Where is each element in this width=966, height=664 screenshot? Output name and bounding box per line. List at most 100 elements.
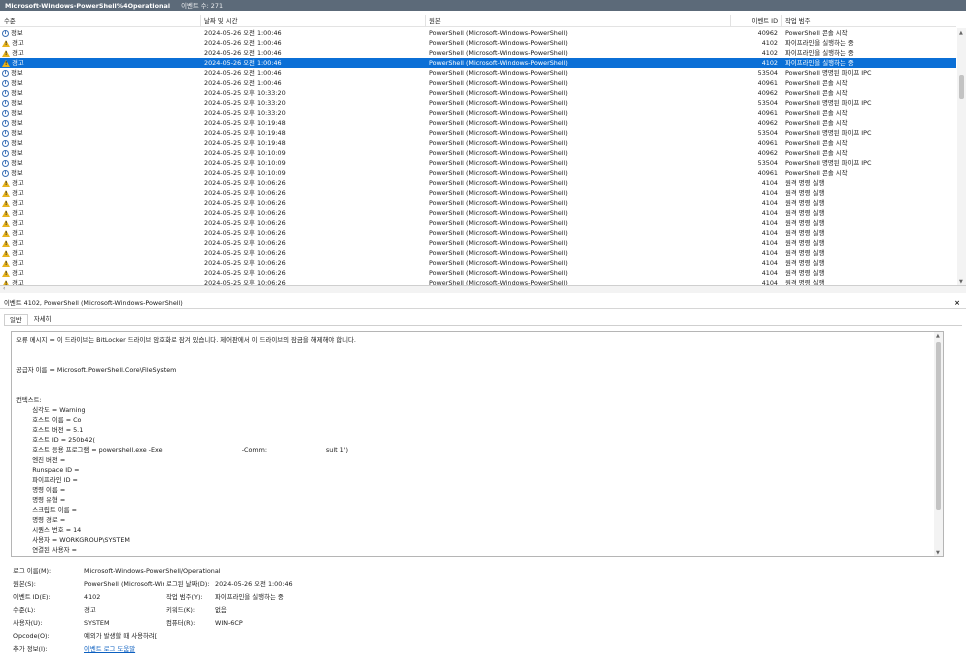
event-row[interactable]: i 정보 2024-05-25 오후 10:19:48 PowerShell (Mic… xyxy=(0,118,956,128)
warning-icon: ! xyxy=(2,219,10,227)
context-line: 셸 ID = Microsoft.PowerShell xyxy=(16,555,926,556)
scroll-up-icon[interactable]: ▲ xyxy=(936,333,940,339)
event-source-cell: PowerShell (Microsoft-Windows-PowerShell… xyxy=(429,209,568,217)
context-line: 호스트 이름 = Co xyxy=(16,416,82,424)
event-level-cell: ! 경고 xyxy=(2,248,192,258)
event-row[interactable]: ! 경고 2024-05-25 오후 10:06:26 PowerShell (Mic… xyxy=(0,218,956,228)
event-date-cell: 2024-05-26 오전 1:00:46 xyxy=(204,49,282,57)
event-level-cell: ! 경고 xyxy=(2,178,192,188)
column-divider[interactable] xyxy=(730,15,731,27)
column-header-level[interactable]: 수준 xyxy=(4,17,16,26)
event-category-cell: 원격 명령 실행 xyxy=(785,239,825,247)
event-source-cell: PowerShell (Microsoft-Windows-PowerShell… xyxy=(429,159,568,167)
event-source-cell: PowerShell (Microsoft-Windows-PowerShell… xyxy=(429,99,568,107)
warning-icon: ! xyxy=(2,269,10,277)
context-line: 사용자 = WORKGROUP\SYSTEM xyxy=(16,536,130,544)
event-source-cell: PowerShell (Microsoft-Windows-PowerShell… xyxy=(429,49,568,57)
column-header-event-id[interactable]: 이벤트 ID xyxy=(737,17,778,26)
logged-value: 2024-05-26 오전 1:00:46 xyxy=(215,580,293,588)
context-label: 컨텍스트: xyxy=(16,396,42,404)
prop-row-user: 사용자(U): SYSTEM 컴퓨터(R): WIN-6CP xyxy=(0,618,966,628)
event-level-cell: i 정보 xyxy=(2,68,192,78)
event-row[interactable]: ! 경고 2024-05-25 오후 10:06:26 PowerShell (Mic… xyxy=(0,268,956,278)
event-level-text: 정보 xyxy=(11,89,23,97)
event-level-cell: i 정보 xyxy=(2,28,192,38)
event-row[interactable]: ! 경고 2024-05-26 오전 1:00:46 PowerShell (Micr… xyxy=(0,48,956,58)
event-row[interactable]: i 정보 2024-05-25 오후 10:10:09 PowerShell (Mic… xyxy=(0,158,956,168)
event-row[interactable]: ! 경고 2024-05-26 오전 1:00:46 PowerShell (Micr… xyxy=(0,58,956,68)
scroll-thumb[interactable] xyxy=(959,75,964,99)
column-divider[interactable] xyxy=(200,15,201,27)
event-row[interactable]: i 정보 2024-05-25 오후 10:33:20 PowerShell (Mic… xyxy=(0,108,956,118)
scroll-up-icon[interactable]: ▲ xyxy=(959,30,963,36)
event-source-cell: PowerShell (Microsoft-Windows-PowerShell… xyxy=(429,249,568,257)
event-source-cell: PowerShell (Microsoft-Windows-PowerShell… xyxy=(429,129,568,137)
event-id-cell: 4102 xyxy=(761,39,778,47)
grid-vertical-scrollbar[interactable]: ▲ ▼ xyxy=(957,28,966,285)
event-date-cell: 2024-05-25 오후 10:10:09 xyxy=(204,149,286,157)
event-row[interactable]: ! 경고 2024-05-25 오후 10:06:26 PowerShell (Mic… xyxy=(0,208,956,218)
event-row[interactable]: i 정보 2024-05-25 오후 10:33:20 PowerShell (Mic… xyxy=(0,88,956,98)
event-date-cell: 2024-05-25 오후 10:06:26 xyxy=(204,199,286,207)
event-date-cell: 2024-05-26 오전 1:00:46 xyxy=(204,69,282,77)
event-level-text: 정보 xyxy=(11,29,23,37)
column-divider[interactable] xyxy=(425,15,426,27)
task-category-label: 작업 범주(Y): xyxy=(166,593,203,601)
info-icon: i xyxy=(2,149,9,157)
scroll-left-icon[interactable]: ‹ xyxy=(3,285,5,292)
event-row[interactable]: ! 경고 2024-05-25 오후 10:06:26 PowerShell (Mic… xyxy=(0,278,956,286)
event-level-text: 정보 xyxy=(11,119,23,127)
close-icon[interactable]: × xyxy=(954,297,960,309)
event-date-cell: 2024-05-26 오전 1:00:46 xyxy=(204,59,282,67)
event-source-cell: PowerShell (Microsoft-Windows-PowerShell… xyxy=(429,189,568,197)
event-row[interactable]: i 정보 2024-05-26 오전 1:00:46 PowerShell (Micr… xyxy=(0,28,956,38)
column-header-source[interactable]: 원본 xyxy=(429,17,441,26)
event-category-cell: PowerShell 콘솔 시작 xyxy=(785,89,848,97)
event-source-cell: PowerShell (Microsoft-Windows-PowerShell… xyxy=(429,59,568,67)
event-id-cell: 40961 xyxy=(757,79,778,87)
event-row[interactable]: i 정보 2024-05-25 오후 10:33:20 PowerShell (Mic… xyxy=(0,98,956,108)
event-date-cell: 2024-05-25 오후 10:10:09 xyxy=(204,159,286,167)
event-row[interactable]: ! 경고 2024-05-25 오후 10:06:26 PowerShell (Mic… xyxy=(0,198,956,208)
event-row[interactable]: ! 경고 2024-05-25 오후 10:06:26 PowerShell (Mic… xyxy=(0,188,956,198)
event-date-cell: 2024-05-26 오전 1:00:46 xyxy=(204,29,282,37)
event-row[interactable]: i 정보 2024-05-25 오후 10:10:09 PowerShell (Mic… xyxy=(0,168,956,178)
scroll-thumb[interactable] xyxy=(936,342,941,510)
column-header-date[interactable]: 날짜 및 시간 xyxy=(204,17,237,26)
level-label: 수준(L): xyxy=(13,606,36,614)
scroll-down-icon[interactable]: ▼ xyxy=(936,550,940,556)
event-row[interactable]: i 정보 2024-05-26 오전 1:00:46 PowerShell (Micr… xyxy=(0,78,956,88)
event-row[interactable]: i 정보 2024-05-25 오후 10:10:09 PowerShell (Mic… xyxy=(0,148,956,158)
event-message-box[interactable]: 오류 메시지 = 이 드라이브는 BitLocker 드라이브 암호화로 잠겨 … xyxy=(11,331,944,557)
event-row[interactable]: ! 경고 2024-05-25 오후 10:06:26 PowerShell (Mic… xyxy=(0,248,956,258)
event-category-cell: PowerShell 콘솔 시작 xyxy=(785,119,848,127)
event-level-text: 경고 xyxy=(12,39,24,47)
event-log-help-link[interactable]: 이벤트 로그 도움말 xyxy=(84,644,204,654)
event-level-cell: ! 경고 xyxy=(2,38,192,48)
grid-horizontal-scrollbar[interactable]: ‹ xyxy=(0,285,966,293)
event-category-cell: 원격 명령 실행 xyxy=(785,279,825,286)
event-row[interactable]: ! 경고 2024-05-25 오후 10:06:26 PowerShell (Mic… xyxy=(0,178,956,188)
event-source-cell: PowerShell (Microsoft-Windows-PowerShell… xyxy=(429,199,568,207)
provider-line: 공급자 이름 = Microsoft.PowerShell.Core\FileS… xyxy=(16,366,177,374)
event-source-cell: PowerShell (Microsoft-Windows-PowerShell… xyxy=(429,29,568,37)
event-row[interactable]: ! 경고 2024-05-25 오후 10:06:26 PowerShell (Mic… xyxy=(0,228,956,238)
column-divider[interactable] xyxy=(781,15,782,27)
prop-row-more-info: 추가 정보(I): 이벤트 로그 도움말 xyxy=(0,644,966,654)
message-scrollbar[interactable]: ▲ ▼ xyxy=(934,332,943,556)
event-row[interactable]: ! 경고 2024-05-26 오전 1:00:46 PowerShell (Micr… xyxy=(0,38,956,48)
warning-icon: ! xyxy=(2,249,10,257)
event-row[interactable]: ! 경고 2024-05-25 오후 10:06:26 PowerShell (Mic… xyxy=(0,258,956,268)
warning-icon: ! xyxy=(2,229,10,237)
warning-icon: ! xyxy=(2,179,10,187)
event-row[interactable]: i 정보 2024-05-25 오후 10:19:48 PowerShell (Mic… xyxy=(0,138,956,148)
event-row[interactable]: i 정보 2024-05-26 오전 1:00:46 PowerShell (Micr… xyxy=(0,68,956,78)
column-header-category[interactable]: 작업 범주 xyxy=(785,17,811,26)
event-row[interactable]: ! 경고 2024-05-25 오후 10:06:26 PowerShell (Mic… xyxy=(0,238,956,248)
event-id-cell: 4104 xyxy=(761,279,778,286)
event-row[interactable]: i 정보 2024-05-25 오후 10:19:48 PowerShell (Mic… xyxy=(0,128,956,138)
prop-row-event-id: 이벤트 ID(E): 4102 작업 범주(Y): 파이프라인을 실행하는 중 xyxy=(0,592,966,602)
scroll-down-icon[interactable]: ▼ xyxy=(959,279,963,285)
event-date-cell: 2024-05-25 오후 10:10:09 xyxy=(204,169,286,177)
event-level-cell: i 정보 xyxy=(2,128,192,138)
